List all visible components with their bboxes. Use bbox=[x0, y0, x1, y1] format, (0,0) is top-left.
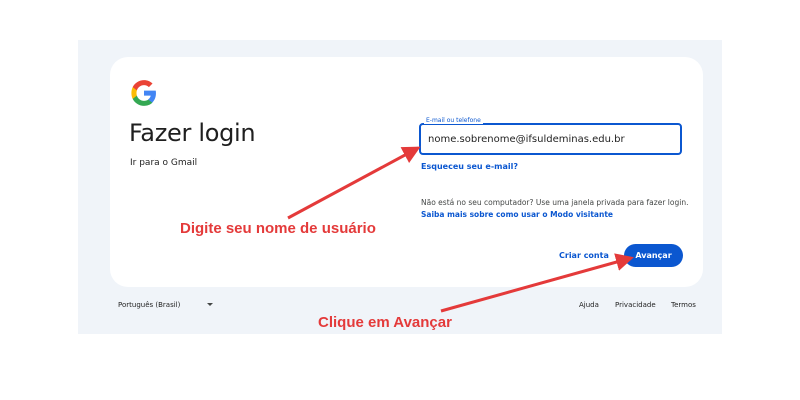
username-annotation: Digite seu nome de usuário bbox=[180, 220, 376, 237]
footer-help-link[interactable]: Ajuda bbox=[579, 301, 599, 309]
page-title: Fazer login bbox=[129, 119, 256, 147]
next-annotation: Clique em Avançar bbox=[318, 314, 452, 331]
forgot-email-link[interactable]: Esqueceu seu e-mail? bbox=[421, 162, 518, 171]
guest-mode-link[interactable]: Saiba mais sobre como usar o Modo visita… bbox=[421, 210, 613, 219]
email-field-label: E-mail ou telefone bbox=[424, 117, 483, 124]
footer-privacy-link[interactable]: Privacidade bbox=[615, 301, 656, 309]
create-account-button[interactable]: Criar conta bbox=[559, 251, 609, 260]
next-button[interactable]: Avançar bbox=[624, 244, 683, 267]
email-field[interactable] bbox=[428, 134, 678, 145]
caret-down-icon[interactable] bbox=[207, 303, 213, 306]
login-card bbox=[110, 57, 703, 287]
footer-terms-link[interactable]: Termos bbox=[671, 301, 696, 309]
language-select[interactable]: Português (Brasil) bbox=[118, 301, 180, 309]
guest-info-text: Não está no seu computador? Use uma jane… bbox=[421, 198, 689, 207]
google-logo-icon bbox=[131, 80, 156, 106]
page-subtitle: Ir para o Gmail bbox=[130, 158, 198, 168]
